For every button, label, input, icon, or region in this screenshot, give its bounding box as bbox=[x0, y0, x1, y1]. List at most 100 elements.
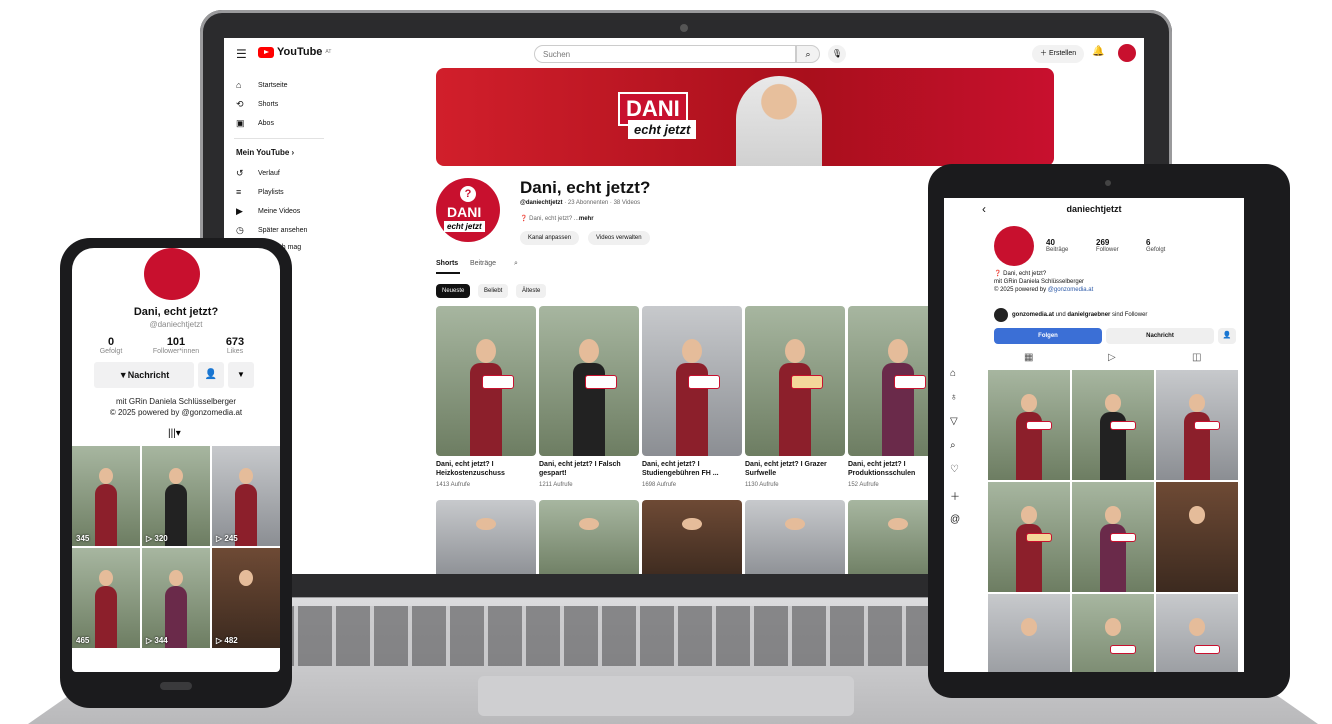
video-tile[interactable]: 465 bbox=[72, 548, 140, 648]
post-tile[interactable] bbox=[1156, 482, 1238, 592]
home-icon: ⌂ bbox=[236, 80, 242, 90]
search-icon[interactable]: ⌕ bbox=[796, 45, 820, 63]
sidebar-item-history[interactable]: ↺ Verlauf bbox=[236, 168, 280, 179]
manage-videos-button[interactable]: Videos verwalten bbox=[588, 231, 650, 245]
stat-following[interactable]: 0 Gefolgt bbox=[76, 336, 146, 355]
reels-icon[interactable]: ▷ bbox=[1108, 352, 1116, 363]
short-thumbnail[interactable] bbox=[642, 306, 742, 456]
short-thumbnail[interactable] bbox=[642, 500, 742, 574]
tab-underline bbox=[436, 272, 460, 274]
stat-following[interactable]: 6 Gefolgt bbox=[1146, 238, 1165, 253]
post-tile[interactable] bbox=[1072, 370, 1154, 480]
channel-description[interactable]: ❓ Dani, echt jetzt? ...mehr bbox=[520, 215, 594, 222]
stat-followers[interactable]: 269 Follower bbox=[1096, 238, 1119, 253]
sidebar-item-watch-later[interactable]: ◷ Später ansehen bbox=[236, 225, 307, 236]
youtube-logo[interactable]: YouTube AT bbox=[258, 46, 331, 58]
instagram-screen: ‹ daniechtjetzt 40 Beiträge 269 Follower 6… bbox=[944, 198, 1244, 672]
short-thumbnail[interactable] bbox=[745, 306, 845, 456]
tagged-icon[interactable]: ◫ bbox=[1192, 352, 1201, 363]
stat-likes[interactable]: 673 Likes bbox=[200, 336, 270, 355]
chevron-down-icon[interactable]: ▼ bbox=[228, 362, 254, 388]
profile-icon[interactable]: ♁ bbox=[950, 392, 958, 403]
sidebar-section-you[interactable]: Mein YouTube › bbox=[236, 148, 294, 157]
short-item[interactable]: Dani, echt jetzt? I Falsch gespart! 1211… bbox=[539, 306, 639, 488]
stat-posts[interactable]: 40 Beiträge bbox=[1046, 238, 1068, 253]
playlists-icon: ≡ bbox=[236, 187, 242, 197]
sidebar-item-my-videos[interactable]: ▶ Meine Videos bbox=[236, 206, 300, 217]
short-title[interactable]: Dani, echt jetzt? I Studiengebühren FH .… bbox=[642, 460, 742, 480]
sidebar-item-subscriptions[interactable]: ▣ Abos bbox=[236, 118, 274, 129]
video-tile[interactable]: 345 bbox=[72, 446, 140, 546]
short-item[interactable]: Dani, echt jetzt? I Studiengebühren FH .… bbox=[642, 306, 742, 488]
chip-newest[interactable]: Neueste bbox=[436, 284, 471, 298]
history-icon: ↺ bbox=[236, 168, 244, 178]
grid-filter-icon[interactable]: |||▾ bbox=[168, 428, 181, 439]
avatar[interactable] bbox=[1118, 44, 1136, 62]
subscriptions-icon: ▣ bbox=[236, 118, 245, 128]
video-tile[interactable]: ▷ 245 bbox=[212, 446, 280, 546]
post-tile[interactable] bbox=[1072, 482, 1154, 592]
search-icon[interactable]: ⌕ bbox=[514, 260, 518, 268]
short-title[interactable]: Dani, echt jetzt? I Grazer Surfwelle bbox=[745, 460, 845, 480]
chip-oldest[interactable]: Älteste bbox=[516, 284, 547, 298]
grid-icon[interactable]: ▦ bbox=[1024, 352, 1033, 363]
channel-avatar: ? DANI echt jetzt bbox=[436, 178, 500, 242]
short-thumbnail[interactable] bbox=[539, 306, 639, 456]
bio-link[interactable]: @gonzomedia.at bbox=[1048, 287, 1093, 293]
video-tile[interactable]: ▷ 482 bbox=[212, 548, 280, 648]
short-thumbnail[interactable] bbox=[539, 500, 639, 574]
threads-icon[interactable]: @ bbox=[950, 514, 960, 525]
short-item[interactable]: Dani, echt jetzt? I Grazer Surfwelle 113… bbox=[745, 306, 845, 488]
video-tile[interactable]: ▷ 344 bbox=[142, 548, 210, 648]
my-videos-icon: ▶ bbox=[236, 206, 243, 216]
sidebar-item-home[interactable]: ⌂ Startseite bbox=[236, 80, 288, 90]
followed-by[interactable]: gonzomedia.at und danielgraebner sind Fo… bbox=[994, 308, 1147, 322]
divider bbox=[234, 138, 324, 139]
message-button[interactable]: Nachricht bbox=[1106, 328, 1214, 344]
short-views: 1211 Aufrufe bbox=[539, 482, 573, 488]
post-tile[interactable] bbox=[1156, 594, 1238, 672]
sidebar-item-playlists[interactable]: ≡ Playlists bbox=[236, 187, 284, 197]
video-tile[interactable]: ▷ 320 bbox=[142, 446, 210, 546]
post-tile[interactable] bbox=[1072, 594, 1154, 672]
short-thumbnail[interactable] bbox=[436, 500, 536, 574]
search-icon[interactable]: ⌕ bbox=[950, 440, 956, 451]
post-tile[interactable] bbox=[988, 370, 1070, 480]
mic-icon[interactable]: 🎙 bbox=[828, 45, 846, 63]
short-thumbnail[interactable] bbox=[436, 306, 536, 456]
customize-channel-button[interactable]: Kanal anpassen bbox=[520, 231, 580, 245]
home-icon[interactable]: ⌂ bbox=[950, 368, 956, 379]
heart-icon[interactable]: ♡ bbox=[950, 464, 959, 475]
short-title[interactable]: Dani, echt jetzt? I Heizkostenzuschuss bbox=[436, 460, 536, 480]
avatar[interactable] bbox=[144, 248, 200, 300]
menu-icon[interactable]: ☰ bbox=[236, 47, 247, 61]
banner-logo: DANI echt jetzt bbox=[618, 92, 734, 148]
add-user-button[interactable]: 👤 bbox=[198, 362, 224, 388]
tab-shorts[interactable]: Shorts bbox=[436, 260, 458, 267]
short-thumbnail[interactable] bbox=[745, 500, 845, 574]
profile-bio: ❓ Dani, echt jetzt? mit GRin Daniela Sch… bbox=[994, 271, 1094, 293]
post-tile[interactable] bbox=[988, 482, 1070, 592]
chip-popular[interactable]: Beliebt bbox=[478, 284, 509, 298]
short-views: 1413 Aufrufe bbox=[436, 482, 471, 488]
tab-posts[interactable]: Beiträge bbox=[470, 260, 496, 267]
explore-icon[interactable]: ▽ bbox=[950, 416, 958, 427]
avatar[interactable] bbox=[994, 226, 1034, 266]
search-input[interactable]: Suchen bbox=[534, 45, 796, 63]
profile-name: Dani, echt jetzt? bbox=[133, 306, 219, 318]
follow-button[interactable]: Folgen bbox=[994, 328, 1102, 344]
short-item[interactable]: Dani, echt jetzt? I Heizkostenzuschuss 1… bbox=[436, 306, 536, 488]
short-title[interactable]: Dani, echt jetzt? I Falsch gespart! bbox=[539, 460, 639, 480]
add-user-button[interactable]: 👤 bbox=[1218, 328, 1236, 344]
avatar bbox=[994, 308, 1008, 322]
message-button[interactable]: ▼Nachricht bbox=[94, 362, 194, 388]
post-tile[interactable] bbox=[1156, 370, 1238, 480]
bell-icon[interactable]: 🔔 bbox=[1092, 46, 1104, 57]
laptop-camera bbox=[680, 24, 688, 32]
send-icon: ▼ bbox=[118, 370, 128, 380]
profile-bio: mit GRin Daniela Schlüsselberger © 2025 p… bbox=[109, 397, 243, 417]
sidebar-item-shorts[interactable]: ⟲ Shorts bbox=[236, 99, 278, 110]
plus-icon[interactable]: ＋ bbox=[950, 488, 960, 503]
post-tile[interactable] bbox=[988, 594, 1070, 672]
create-button[interactable]: ＋ Erstellen bbox=[1032, 45, 1085, 63]
